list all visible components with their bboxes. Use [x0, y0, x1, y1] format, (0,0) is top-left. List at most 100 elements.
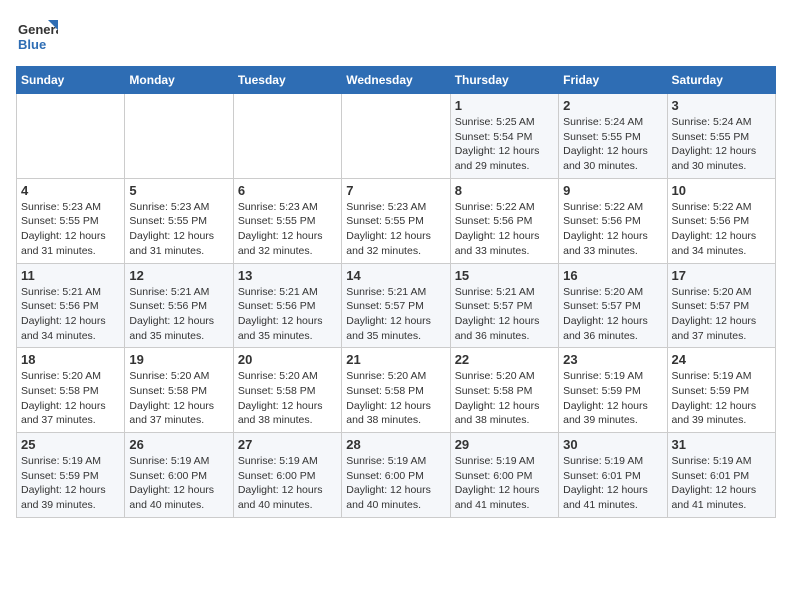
day-info: Sunrise: 5:20 AM Sunset: 5:58 PM Dayligh…: [129, 369, 228, 428]
day-cell: 21 Sunrise: 5:20 AM Sunset: 5:58 PM Dayli…: [342, 348, 450, 433]
day-cell: 5 Sunrise: 5:23 AM Sunset: 5:55 PM Daylig…: [125, 178, 233, 263]
day-info: Sunrise: 5:20 AM Sunset: 5:58 PM Dayligh…: [455, 369, 554, 428]
day-number: 26: [129, 437, 228, 452]
day-info: Sunrise: 5:24 AM Sunset: 5:55 PM Dayligh…: [672, 115, 771, 174]
header-monday: Monday: [125, 67, 233, 94]
week-row-5: 25 Sunrise: 5:19 AM Sunset: 5:59 PM Dayli…: [17, 433, 776, 518]
logo: General Blue: [16, 16, 58, 58]
day-number: 16: [563, 268, 662, 283]
svg-text:General: General: [18, 22, 58, 37]
logo-svg: General Blue: [16, 16, 58, 58]
header-friday: Friday: [559, 67, 667, 94]
header-sunday: Sunday: [17, 67, 125, 94]
day-info: Sunrise: 5:23 AM Sunset: 5:55 PM Dayligh…: [21, 200, 120, 259]
day-number: 14: [346, 268, 445, 283]
day-cell: 18Sunrise: 5:20 AM Sunset: 5:58 PM Dayli…: [17, 348, 125, 433]
day-number: 25: [21, 437, 120, 452]
day-cell: 1 Sunrise: 5:25 AM Sunset: 5:54 PM Daylig…: [450, 94, 558, 179]
day-info: Sunrise: 5:23 AM Sunset: 5:55 PM Dayligh…: [346, 200, 445, 259]
day-cell: 9Sunrise: 5:22 AM Sunset: 5:56 PM Daylig…: [559, 178, 667, 263]
day-cell: 10 Sunrise: 5:22 AM Sunset: 5:56 PM Dayli…: [667, 178, 775, 263]
day-number: 9: [563, 183, 662, 198]
day-cell: 27 Sunrise: 5:19 AM Sunset: 6:00 PM Dayli…: [233, 433, 341, 518]
day-info: Sunrise: 5:19 AM Sunset: 5:59 PM Dayligh…: [21, 454, 120, 513]
page-header: General Blue: [16, 16, 776, 58]
day-number: 3: [672, 98, 771, 113]
day-cell: 4 Sunrise: 5:23 AM Sunset: 5:55 PM Daylig…: [17, 178, 125, 263]
day-number: 2: [563, 98, 662, 113]
day-number: 21: [346, 352, 445, 367]
day-info: Sunrise: 5:19 AM Sunset: 6:00 PM Dayligh…: [238, 454, 337, 513]
day-info: Sunrise: 5:20 AM Sunset: 5:57 PM Dayligh…: [563, 285, 662, 344]
day-info: Sunrise: 5:23 AM Sunset: 5:55 PM Dayligh…: [238, 200, 337, 259]
header-row: SundayMondayTuesdayWednesdayThursdayFrid…: [17, 67, 776, 94]
day-number: 17: [672, 268, 771, 283]
day-cell: 22 Sunrise: 5:20 AM Sunset: 5:58 PM Dayli…: [450, 348, 558, 433]
header-tuesday: Tuesday: [233, 67, 341, 94]
day-cell: 6 Sunrise: 5:23 AM Sunset: 5:55 PM Daylig…: [233, 178, 341, 263]
day-info: Sunrise: 5:21 AM Sunset: 5:56 PM Dayligh…: [129, 285, 228, 344]
header-wednesday: Wednesday: [342, 67, 450, 94]
day-cell: 11Sunrise: 5:21 AM Sunset: 5:56 PM Dayli…: [17, 263, 125, 348]
week-row-3: 11Sunrise: 5:21 AM Sunset: 5:56 PM Dayli…: [17, 263, 776, 348]
day-cell: 19Sunrise: 5:20 AM Sunset: 5:58 PM Dayli…: [125, 348, 233, 433]
day-info: Sunrise: 5:19 AM Sunset: 5:59 PM Dayligh…: [672, 369, 771, 428]
day-cell: 8 Sunrise: 5:22 AM Sunset: 5:56 PM Daylig…: [450, 178, 558, 263]
day-number: 24: [672, 352, 771, 367]
svg-text:Blue: Blue: [18, 37, 46, 52]
day-info: Sunrise: 5:20 AM Sunset: 5:58 PM Dayligh…: [346, 369, 445, 428]
day-info: Sunrise: 5:21 AM Sunset: 5:57 PM Dayligh…: [455, 285, 554, 344]
day-cell: 16 Sunrise: 5:20 AM Sunset: 5:57 PM Dayli…: [559, 263, 667, 348]
day-info: Sunrise: 5:23 AM Sunset: 5:55 PM Dayligh…: [129, 200, 228, 259]
day-cell: 17Sunrise: 5:20 AM Sunset: 5:57 PM Dayli…: [667, 263, 775, 348]
day-info: Sunrise: 5:21 AM Sunset: 5:56 PM Dayligh…: [21, 285, 120, 344]
day-info: Sunrise: 5:19 AM Sunset: 6:00 PM Dayligh…: [129, 454, 228, 513]
day-number: 13: [238, 268, 337, 283]
day-info: Sunrise: 5:20 AM Sunset: 5:58 PM Dayligh…: [238, 369, 337, 428]
day-info: Sunrise: 5:19 AM Sunset: 5:59 PM Dayligh…: [563, 369, 662, 428]
day-info: Sunrise: 5:19 AM Sunset: 6:01 PM Dayligh…: [672, 454, 771, 513]
week-row-1: 1 Sunrise: 5:25 AM Sunset: 5:54 PM Daylig…: [17, 94, 776, 179]
header-saturday: Saturday: [667, 67, 775, 94]
day-number: 22: [455, 352, 554, 367]
day-info: Sunrise: 5:22 AM Sunset: 5:56 PM Dayligh…: [455, 200, 554, 259]
day-number: 28: [346, 437, 445, 452]
day-info: Sunrise: 5:19 AM Sunset: 6:00 PM Dayligh…: [346, 454, 445, 513]
header-thursday: Thursday: [450, 67, 558, 94]
day-number: 7: [346, 183, 445, 198]
day-cell: 31Sunrise: 5:19 AM Sunset: 6:01 PM Dayli…: [667, 433, 775, 518]
day-number: 1: [455, 98, 554, 113]
day-cell: 23 Sunrise: 5:19 AM Sunset: 5:59 PM Dayli…: [559, 348, 667, 433]
day-cell: 28 Sunrise: 5:19 AM Sunset: 6:00 PM Dayli…: [342, 433, 450, 518]
day-cell: 25 Sunrise: 5:19 AM Sunset: 5:59 PM Dayli…: [17, 433, 125, 518]
day-number: 12: [129, 268, 228, 283]
day-number: 15: [455, 268, 554, 283]
day-number: 30: [563, 437, 662, 452]
day-info: Sunrise: 5:25 AM Sunset: 5:54 PM Dayligh…: [455, 115, 554, 174]
day-info: Sunrise: 5:21 AM Sunset: 5:57 PM Dayligh…: [346, 285, 445, 344]
day-cell: 26 Sunrise: 5:19 AM Sunset: 6:00 PM Dayli…: [125, 433, 233, 518]
day-cell: 20 Sunrise: 5:20 AM Sunset: 5:58 PM Dayli…: [233, 348, 341, 433]
day-cell: 7 Sunrise: 5:23 AM Sunset: 5:55 PM Daylig…: [342, 178, 450, 263]
day-number: 8: [455, 183, 554, 198]
day-cell: [233, 94, 341, 179]
day-number: 6: [238, 183, 337, 198]
day-info: Sunrise: 5:19 AM Sunset: 6:00 PM Dayligh…: [455, 454, 554, 513]
day-number: 10: [672, 183, 771, 198]
day-info: Sunrise: 5:19 AM Sunset: 6:01 PM Dayligh…: [563, 454, 662, 513]
day-info: Sunrise: 5:20 AM Sunset: 5:58 PM Dayligh…: [21, 369, 120, 428]
day-number: 4: [21, 183, 120, 198]
day-number: 5: [129, 183, 228, 198]
day-cell: 13Sunrise: 5:21 AM Sunset: 5:56 PM Dayli…: [233, 263, 341, 348]
day-cell: 29Sunrise: 5:19 AM Sunset: 6:00 PM Dayli…: [450, 433, 558, 518]
day-cell: 2 Sunrise: 5:24 AM Sunset: 5:55 PM Daylig…: [559, 94, 667, 179]
day-cell: [342, 94, 450, 179]
day-cell: 12 Sunrise: 5:21 AM Sunset: 5:56 PM Dayli…: [125, 263, 233, 348]
day-info: Sunrise: 5:24 AM Sunset: 5:55 PM Dayligh…: [563, 115, 662, 174]
day-number: 27: [238, 437, 337, 452]
day-cell: 3 Sunrise: 5:24 AM Sunset: 5:55 PM Daylig…: [667, 94, 775, 179]
calendar-table: SundayMondayTuesdayWednesdayThursdayFrid…: [16, 66, 776, 518]
day-info: Sunrise: 5:22 AM Sunset: 5:56 PM Dayligh…: [672, 200, 771, 259]
day-number: 23: [563, 352, 662, 367]
day-number: 20: [238, 352, 337, 367]
